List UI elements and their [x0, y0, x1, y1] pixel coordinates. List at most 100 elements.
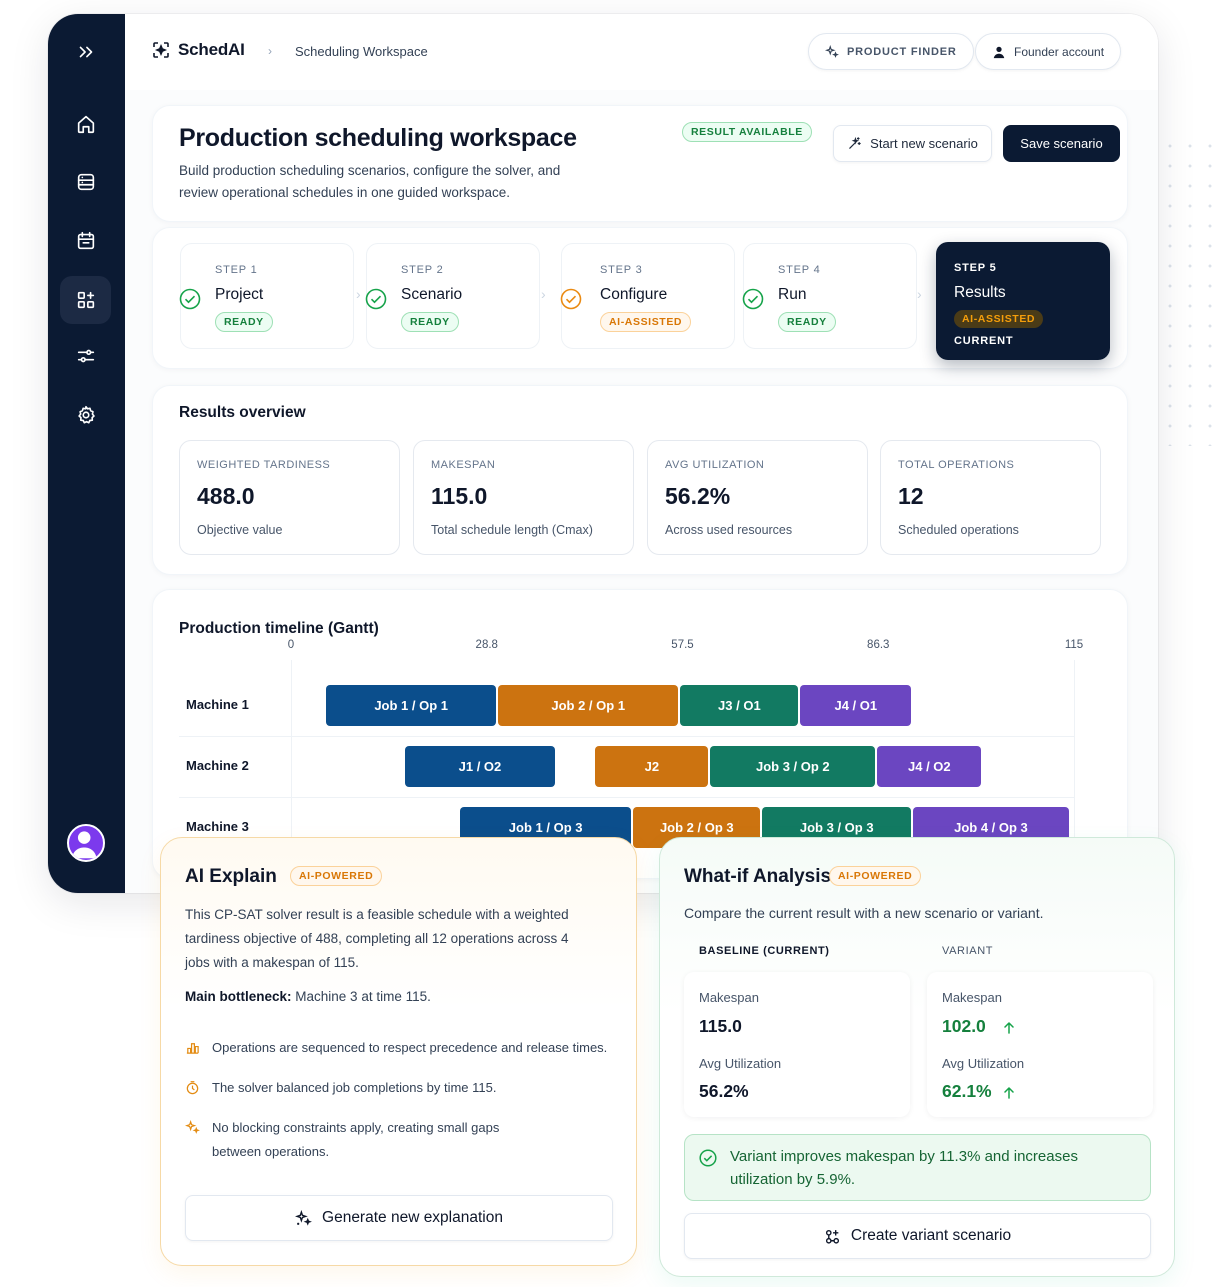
- save-scenario-button[interactable]: Save scenario: [1003, 125, 1120, 162]
- what-if-title: What-if Analysis: [684, 866, 832, 887]
- account-button[interactable]: Founder account: [975, 33, 1122, 70]
- breadcrumb[interactable]: Scheduling Workspace: [295, 44, 428, 59]
- step-run[interactable]: STEP 4 Run READY: [742, 243, 917, 349]
- ai-explain-panel: AI Explain AI-POWERED This CP-SAT solver…: [160, 837, 637, 1266]
- create-variant-button[interactable]: Create variant scenario: [684, 1213, 1151, 1259]
- page-title: Production scheduling workspace: [179, 124, 577, 152]
- sidebar-item-data[interactable]: [60, 158, 111, 206]
- metric-value: 56.2%: [665, 483, 731, 509]
- app-window: SchedAI › Scheduling Workspace PRODUCT F…: [48, 14, 1158, 893]
- step-chevron-icon: ›: [917, 286, 922, 302]
- product-finder-button[interactable]: PRODUCT FINDER: [808, 33, 974, 70]
- step-number: STEP 4: [778, 264, 821, 276]
- clock-icon: [186, 1081, 199, 1095]
- step-status-badge: AI-ASSISTED: [954, 310, 1044, 328]
- step-results-current[interactable]: STEP 5 Results AI-ASSISTED CURRENT: [936, 242, 1110, 360]
- sidebar-item-settings[interactable]: [60, 391, 111, 439]
- sequence-icon: [186, 1043, 199, 1054]
- check-circle-icon: [179, 288, 201, 310]
- expand-sidebar-button[interactable]: [60, 28, 111, 76]
- metric-makespan: MAKESPAN 115.0 Total schedule length (Cm…: [413, 440, 634, 555]
- makespan-label: Makespan: [699, 990, 759, 1005]
- user-icon: [993, 46, 1005, 58]
- metric-weighted-tardiness: WEIGHTED TARDINESS 488.0 Objective value: [179, 440, 400, 555]
- sidebar-item-workspace[interactable]: [60, 276, 111, 324]
- metric-value: 488.0: [197, 483, 255, 509]
- sidebar-item-filters[interactable]: [60, 332, 111, 380]
- makespan-value: 115.0: [699, 1016, 742, 1036]
- user-avatar[interactable]: [67, 824, 105, 862]
- gantt-tick-label: 86.3: [867, 639, 890, 651]
- app-logo[interactable]: SchedAI: [151, 40, 245, 60]
- database-icon: [77, 173, 94, 191]
- step-name: Run: [778, 286, 807, 303]
- result-status-badge: RESULT AVAILABLE: [682, 122, 812, 142]
- metric-note: Objective value: [197, 523, 283, 537]
- step-name: Results: [954, 284, 1006, 301]
- utilization-label: Avg Utilization: [942, 1056, 1025, 1071]
- metric-label: WEIGHTED TARDINESS: [197, 459, 331, 471]
- magic-wand-icon: [849, 136, 861, 149]
- home-icon: [77, 115, 94, 134]
- gantt-task-bar[interactable]: Job 2 / Op 1: [497, 685, 679, 726]
- sidebar-item-calendar[interactable]: [60, 217, 111, 265]
- gantt-tick-label: 28.8: [475, 639, 498, 651]
- arrow-up-icon: [1004, 1087, 1014, 1099]
- save-scenario-label: Save scenario: [1020, 136, 1103, 151]
- metric-value: 12: [898, 483, 924, 509]
- start-new-scenario-label: Start new scenario: [870, 136, 978, 151]
- gantt-task-bar[interactable]: J2: [595, 746, 709, 787]
- step-configure[interactable]: STEP 3 Configure AI-ASSISTED: [560, 243, 735, 349]
- ai-explain-body: This CP-SAT solver result is a feasible …: [185, 907, 569, 970]
- explain-item: Operations are sequenced to respect prec…: [185, 1036, 625, 1060]
- app-name: SchedAI: [178, 40, 245, 59]
- gantt-task-bar[interactable]: Job 3 / Op 2: [710, 746, 876, 787]
- sparkle-icon: [295, 1209, 312, 1226]
- check-circle-icon: [365, 288, 387, 310]
- ai-powered-badge: AI-POWERED: [829, 866, 922, 886]
- gantt-task-bar[interactable]: J4 / O2: [877, 746, 982, 787]
- account-label: Founder account: [1014, 44, 1105, 59]
- gantt-task-bar[interactable]: J1 / O2: [405, 746, 555, 787]
- create-variant-label: Create variant scenario: [850, 1227, 1012, 1244]
- metric-label: TOTAL OPERATIONS: [898, 459, 1015, 471]
- variant-improvement-note: Variant improves makespan by 11.3% and i…: [684, 1134, 1151, 1201]
- explain-item-text: The solver balanced job completions by t…: [212, 1080, 497, 1095]
- gantt-task-bar[interactable]: Job 1 / Op 1: [326, 685, 496, 726]
- product-finder-label: PRODUCT FINDER: [847, 45, 957, 58]
- generate-explanation-button[interactable]: Generate new explanation: [185, 1195, 613, 1241]
- step-number: STEP 2: [401, 264, 444, 276]
- check-circle-icon: [742, 288, 764, 310]
- main-content: SchedAI › Scheduling Workspace PRODUCT F…: [125, 14, 1158, 893]
- explain-item: No blocking constraints apply, creating …: [185, 1116, 535, 1164]
- generate-explanation-label: Generate new explanation: [322, 1209, 503, 1226]
- gantt-task-bar[interactable]: J4 / O1: [800, 685, 912, 726]
- breadcrumb-chevron-icon: ›: [268, 44, 272, 58]
- step-number: STEP 1: [215, 264, 258, 276]
- gantt-row-divider: [179, 797, 1075, 798]
- step-status-badge: READY: [778, 312, 836, 332]
- step-scenario[interactable]: STEP 2 Scenario READY: [365, 243, 540, 349]
- wizard-steps: STEP 1 Project READY › STEP 2 Scenario R…: [152, 227, 1128, 369]
- step-project[interactable]: STEP 1 Project READY: [179, 243, 354, 349]
- page-subtitle: Build production scheduling scenarios, c…: [179, 163, 561, 200]
- metric-note: Across used resources: [665, 523, 793, 537]
- check-circle-icon: [699, 1149, 717, 1167]
- gantt-plot-area: 0 28.8 57.5 86.3 115 Machine 1 Machine 2 Machin…: [153, 590, 1127, 878]
- start-new-scenario-button[interactable]: Start new scenario: [833, 125, 992, 162]
- workspace-header-card: Production scheduling workspace Build pr…: [152, 105, 1128, 222]
- variant-icon: [825, 1229, 839, 1244]
- bottleneck-label: Main bottleneck:: [185, 989, 292, 1004]
- step-name: Project: [215, 286, 264, 303]
- variant-column-label: VARIANT: [942, 945, 994, 957]
- explain-item-text: Operations are sequenced to respect prec…: [212, 1040, 608, 1055]
- gantt-machine-label: Machine 1: [186, 697, 249, 712]
- step-name: Configure: [600, 286, 668, 303]
- metric-note: Scheduled operations: [898, 523, 1019, 537]
- logo-icon: [153, 42, 169, 58]
- gantt-tick-label: 115: [1064, 639, 1084, 651]
- metric-label: MAKESPAN: [431, 459, 496, 471]
- gantt-task-bar[interactable]: J3 / O1: [680, 685, 799, 726]
- settings-icon: [77, 405, 95, 424]
- sidebar-item-home[interactable]: [60, 100, 111, 148]
